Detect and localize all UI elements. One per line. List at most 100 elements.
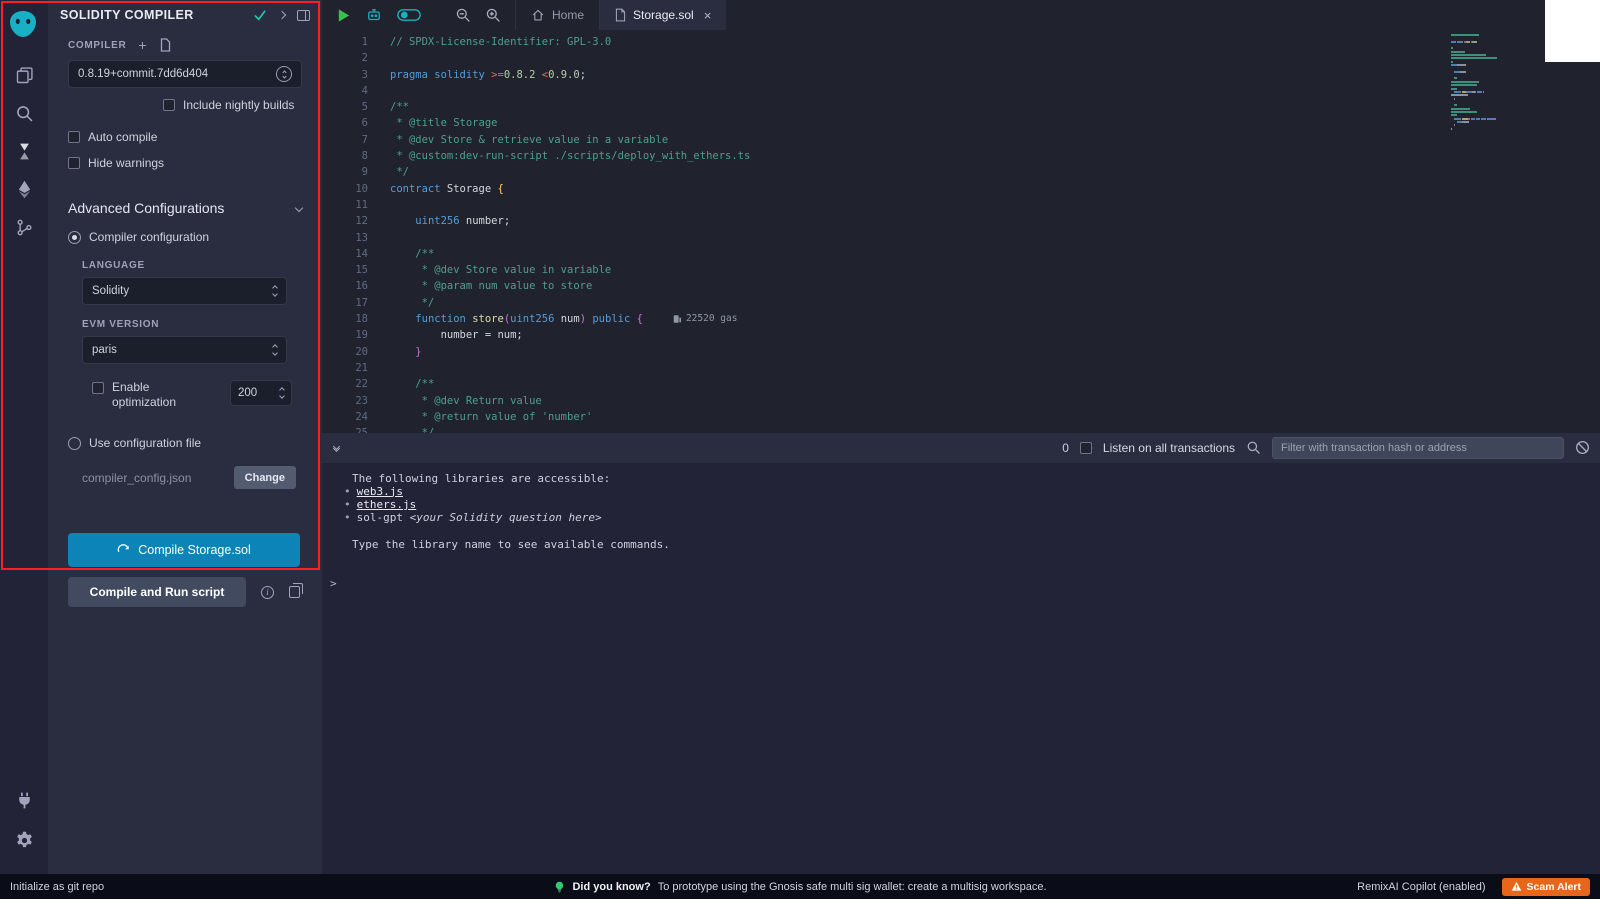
auto-compile-checkbox[interactable]: [68, 131, 80, 143]
terminal-link[interactable]: web3.js: [357, 485, 403, 498]
git-icon[interactable]: [0, 208, 48, 246]
enable-optimization-checkbox[interactable]: [92, 382, 104, 394]
gas-estimate-badge: 22520 gas: [673, 311, 737, 327]
bullet-icon: •: [344, 511, 351, 524]
auto-compile-label: Auto compile: [88, 130, 157, 144]
stepper-arrows-icon[interactable]: [280, 388, 284, 398]
collapse-terminal-icon[interactable]: [334, 444, 339, 451]
compiler-section-label: COMPILER: [68, 40, 126, 51]
tab-home[interactable]: Home: [516, 0, 599, 30]
compiler-version-value: 0.8.19+commit.7dd6d404: [78, 68, 208, 80]
deploy-and-run-icon[interactable]: [0, 170, 48, 208]
add-compiler-icon[interactable]: +: [138, 40, 146, 50]
tab-storage-sol[interactable]: Storage.sol ×: [600, 0, 726, 30]
code-line: 17 */: [322, 295, 1600, 311]
line-number: 1: [322, 34, 368, 50]
search-icon[interactable]: [1246, 440, 1261, 455]
compile-and-run-button[interactable]: Compile and Run script: [68, 577, 246, 607]
code-line: 10contract Storage {: [322, 181, 1600, 197]
remix-logo-icon[interactable]: [7, 8, 41, 42]
language-label: LANGUAGE: [82, 260, 302, 271]
line-number: 24: [322, 409, 368, 425]
transaction-filter-input[interactable]: [1272, 437, 1564, 459]
code-line: 19 number = num;: [322, 327, 1600, 343]
code-line: 1// SPDX-License-Identifier: GPL-3.0: [322, 34, 1600, 50]
scam-alert-badge[interactable]: Scam Alert: [1502, 878, 1590, 896]
line-number: 19: [322, 327, 368, 343]
icon-sidebar: [0, 0, 48, 874]
info-icon[interactable]: i: [261, 586, 274, 599]
close-tab-icon[interactable]: ×: [704, 8, 712, 23]
line-number: 15: [322, 262, 368, 278]
advanced-configurations-toggle[interactable]: Advanced Configurations: [68, 200, 302, 216]
code-editor[interactable]: 1// SPDX-License-Identifier: GPL-3.023pr…: [322, 30, 1600, 433]
clear-terminal-icon[interactable]: [1575, 440, 1590, 455]
remixai-assistant-icon[interactable]: [365, 6, 383, 24]
code-line: 5/**: [322, 99, 1600, 115]
tab-home-label: Home: [552, 8, 584, 22]
select-arrows-icon: [273, 345, 277, 355]
copy-icon[interactable]: [289, 586, 300, 598]
use-configuration-file-radio[interactable]: [68, 437, 81, 450]
code-line: 15 * @dev Store value in variable: [322, 262, 1600, 278]
terminal-text: Type the library name to see available c…: [352, 538, 1600, 551]
settings-icon[interactable]: [0, 820, 48, 860]
terminal-library-item: •sol-gpt <your Solidity question here>: [344, 511, 1600, 524]
line-number: 21: [322, 360, 368, 376]
line-number: 4: [322, 83, 368, 99]
home-icon: [531, 8, 545, 22]
code-line: 14 /**: [322, 246, 1600, 262]
editor-zone: Home Storage.sol × 1// SPDX-License-Iden…: [322, 0, 1600, 874]
run-script-play-icon[interactable]: [336, 8, 351, 23]
change-config-button[interactable]: Change: [234, 466, 296, 489]
terminal-prompt[interactable]: >: [330, 577, 1600, 590]
listen-all-transactions-checkbox[interactable]: [1080, 442, 1092, 454]
code-line: 2: [322, 50, 1600, 66]
pin-panel-icon[interactable]: [297, 10, 310, 21]
language-select[interactable]: Solidity: [82, 277, 287, 305]
terminal[interactable]: The following libraries are accessible:•…: [322, 463, 1600, 875]
tab-storage-label: Storage.sol: [633, 8, 694, 22]
file-explorer-icon[interactable]: [0, 56, 48, 94]
line-number: 16: [322, 278, 368, 294]
advanced-configurations-title: Advanced Configurations: [68, 200, 224, 216]
solidity-compiler-icon[interactable]: [0, 132, 48, 170]
minimap[interactable]: [1451, 34, 1543, 131]
select-arrows-icon: [273, 286, 277, 296]
code-line: 6 * @title Storage: [322, 115, 1600, 131]
line-number: 2: [322, 50, 368, 66]
include-nightly-checkbox[interactable]: [163, 99, 175, 111]
code-line: 4: [322, 83, 1600, 99]
chevron-right-icon[interactable]: [278, 11, 286, 19]
evm-version-label: EVM VERSION: [82, 319, 302, 330]
evm-version-value: paris: [92, 344, 117, 356]
bottom-strip: [0, 899, 1600, 916]
hide-warnings-checkbox[interactable]: [68, 157, 80, 169]
open-file-icon[interactable]: [159, 38, 171, 52]
copilot-status[interactable]: RemixAI Copilot (enabled): [1357, 881, 1485, 893]
select-arrows-icon: [276, 66, 292, 82]
optimization-runs-input[interactable]: 200: [230, 380, 292, 406]
terminal-link[interactable]: ethers.js: [357, 498, 417, 511]
zoom-in-icon[interactable]: [485, 7, 501, 23]
compiler-configuration-label: Compiler configuration: [89, 230, 209, 244]
copilot-toggle-icon[interactable]: [397, 8, 421, 22]
scrollbar-track[interactable]: [1545, 0, 1600, 62]
tip-text: To prototype using the Gnosis safe multi…: [658, 881, 1047, 893]
zoom-out-icon[interactable]: [455, 7, 471, 23]
search-icon[interactable]: [0, 94, 48, 132]
code-line: 21: [322, 360, 1600, 376]
panel-header: SOLIDITY COMPILER: [48, 2, 322, 28]
evm-version-select[interactable]: paris: [82, 336, 287, 364]
config-file-name: compiler_config.json: [82, 471, 191, 485]
line-number: 5: [322, 99, 368, 115]
compile-button[interactable]: Compile Storage.sol: [68, 533, 300, 567]
line-number: 11: [322, 197, 368, 213]
compiler-configuration-radio[interactable]: [68, 231, 81, 244]
plugin-manager-icon[interactable]: [0, 780, 48, 820]
code-line: 18 function store(uint256 num) public {2…: [322, 311, 1600, 327]
code-line: 12 uint256 number;: [322, 213, 1600, 229]
compiler-version-select[interactable]: 0.8.19+commit.7dd6d404: [68, 60, 302, 88]
line-number: 9: [322, 164, 368, 180]
git-init-status[interactable]: Initialize as git repo: [0, 881, 104, 893]
